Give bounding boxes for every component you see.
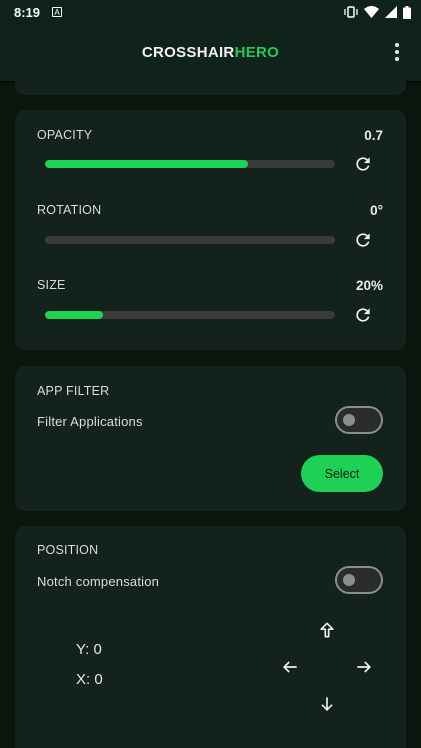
rotation-reset-icon[interactable] xyxy=(353,230,373,250)
status-icons xyxy=(344,5,411,19)
wifi-icon xyxy=(364,6,379,18)
notch-compensation-label: Notch compensation xyxy=(37,574,160,589)
arrow-right-icon[interactable] xyxy=(354,657,374,677)
position-card: POSITION Notch compensation Y: 0 X: 0 xyxy=(15,526,406,748)
signal-icon xyxy=(385,6,397,18)
x-coordinate: X: 0 xyxy=(76,671,103,688)
status-bar: 8:19 A xyxy=(0,0,421,24)
size-slider[interactable] xyxy=(45,311,335,319)
toggle-knob xyxy=(343,414,355,426)
notch-compensation-toggle[interactable] xyxy=(335,566,383,594)
toggle-knob xyxy=(343,574,355,586)
size-reset-icon[interactable] xyxy=(353,305,373,325)
app-filter-heading: APP FILTER xyxy=(37,384,110,398)
battery-icon xyxy=(403,5,411,19)
app-title: CROSSHAIRHERO xyxy=(142,44,279,61)
opacity-label: OPACITY xyxy=(37,128,93,142)
select-button[interactable]: Select xyxy=(301,455,383,492)
arrow-left-icon[interactable] xyxy=(280,657,300,677)
filter-applications-toggle[interactable] xyxy=(335,406,383,434)
filter-applications-label: Filter Applications xyxy=(37,414,143,429)
rotation-slider[interactable] xyxy=(45,236,335,244)
size-label: SIZE xyxy=(37,278,66,292)
opacity-reset-icon[interactable] xyxy=(353,154,373,174)
notification-icon: A xyxy=(52,7,63,17)
rotation-label: ROTATION xyxy=(37,203,102,217)
opacity-slider-fill xyxy=(45,160,248,168)
size-slider-fill xyxy=(45,311,103,319)
crosshair-settings-card: OPACITY 0.7 ROTATION 0° SIZE 20% xyxy=(15,110,406,350)
rotation-value: 0° xyxy=(370,203,383,218)
arrow-up-icon[interactable] xyxy=(317,620,337,640)
position-heading: POSITION xyxy=(37,543,99,557)
app-title-part1: CROSSHAIR xyxy=(141,44,235,61)
arrow-down-icon[interactable] xyxy=(317,694,337,714)
more-vert-icon[interactable] xyxy=(385,40,409,64)
opacity-value: 0.7 xyxy=(364,128,383,143)
status-time: 8:19 xyxy=(14,4,41,20)
y-coordinate: Y: 0 xyxy=(76,641,102,658)
app-filter-card: APP FILTER Filter Applications Select xyxy=(15,366,406,511)
opacity-slider[interactable] xyxy=(45,160,335,168)
vibrate-icon xyxy=(344,6,358,18)
size-value: 20% xyxy=(355,278,383,293)
top-card xyxy=(15,70,406,95)
app-title-part2: HERO xyxy=(234,44,280,61)
